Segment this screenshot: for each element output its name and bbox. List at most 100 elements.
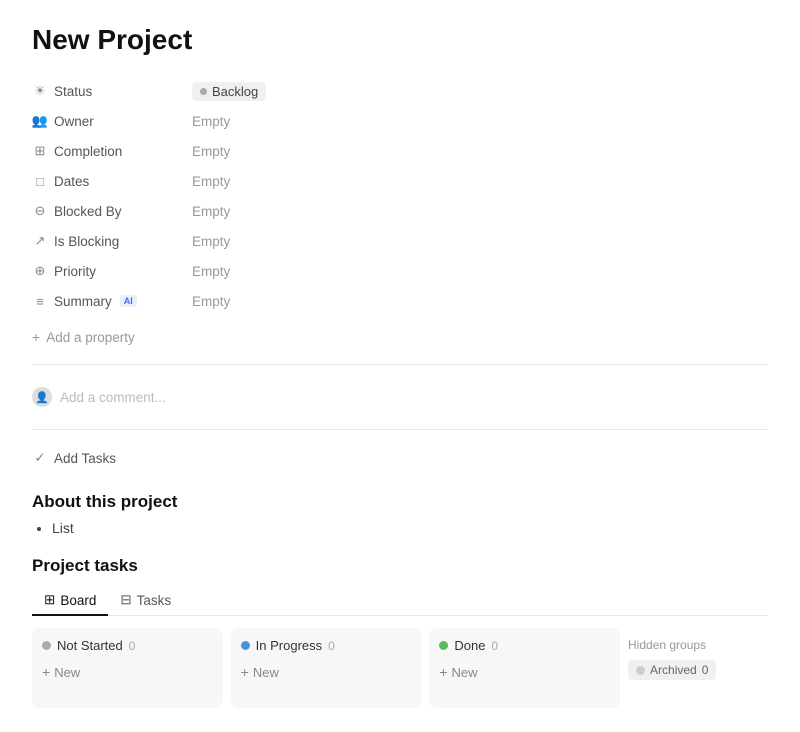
done-dot <box>439 641 448 650</box>
new-not-started-label: New <box>54 665 80 680</box>
priority-icon: ⊕ <box>32 263 48 279</box>
board-col-in-progress: In Progress 0 + New <box>231 628 422 708</box>
dates-label-text: Dates <box>54 174 89 189</box>
owner-icon: 👥 <box>32 113 48 129</box>
status-value[interactable]: Backlog <box>192 82 266 101</box>
add-property-label: Add a property <box>46 330 135 345</box>
property-row-owner[interactable]: 👥 Owner Empty <box>32 106 768 136</box>
property-label-priority: ⊕ Priority <box>32 263 192 279</box>
blocked-by-icon: ⊖ <box>32 203 48 219</box>
backlog-text: Backlog <box>212 84 258 99</box>
in-progress-count: 0 <box>328 639 335 653</box>
hidden-groups-col: Hidden groups Archived 0 <box>628 628 768 708</box>
property-row-priority[interactable]: ⊕ Priority Empty <box>32 256 768 286</box>
board-columns: Not Started 0 + New In Progress 0 + New … <box>32 628 768 708</box>
new-done-button[interactable]: + New <box>439 661 610 683</box>
archived-dot <box>636 666 645 675</box>
new-done-plus-icon: + <box>439 664 447 680</box>
property-row-summary[interactable]: ≡ Summary AI Empty <box>32 286 768 316</box>
completion-label-text: Completion <box>54 144 122 159</box>
property-row-is-blocking[interactable]: ↗ Is Blocking Empty <box>32 226 768 256</box>
divider-2 <box>32 429 768 430</box>
priority-label-text: Priority <box>54 264 96 279</box>
is-blocking-label-text: Is Blocking <box>54 234 119 249</box>
completion-icon: ⊞ <box>32 143 48 159</box>
about-section-title: About this project <box>32 492 768 512</box>
new-done-label: New <box>452 665 478 680</box>
property-row-status[interactable]: ☀ Status Backlog <box>32 76 768 106</box>
add-property-plus-icon: + <box>32 329 40 345</box>
blocked-by-label-text: Blocked By <box>54 204 122 219</box>
blocked-by-value: Empty <box>192 204 230 219</box>
divider-1 <box>32 364 768 365</box>
add-tasks-icon: ✓ <box>32 450 48 466</box>
properties-table: ☀ Status Backlog 👥 Owner Empty ⊞ Complet… <box>32 76 768 316</box>
add-tasks-row[interactable]: ✓ Add Tasks <box>32 444 768 472</box>
project-tasks-tabs: ⊞ Board ⊟ Tasks <box>32 586 768 616</box>
col-header-not-started: Not Started 0 <box>42 638 213 653</box>
not-started-count: 0 <box>129 639 136 653</box>
property-label-owner: 👥 Owner <box>32 113 192 129</box>
property-row-dates[interactable]: □ Dates Empty <box>32 166 768 196</box>
avatar: 👤 <box>32 387 52 407</box>
board-tab-icon: ⊞ <box>44 592 55 608</box>
backlog-dot <box>200 88 207 95</box>
new-in-progress-button[interactable]: + New <box>241 661 412 683</box>
not-started-label: Not Started <box>57 638 123 653</box>
owner-value: Empty <box>192 114 230 129</box>
add-tasks-label: Add Tasks <box>54 451 116 466</box>
new-in-progress-label: New <box>253 665 279 680</box>
about-list: List <box>52 520 768 536</box>
page-title: New Project <box>32 24 768 56</box>
property-row-blocked-by[interactable]: ⊖ Blocked By Empty <box>32 196 768 226</box>
in-progress-dot <box>241 641 250 650</box>
done-count: 0 <box>491 639 498 653</box>
property-row-completion[interactable]: ⊞ Completion Empty <box>32 136 768 166</box>
tasks-tab-label: Tasks <box>137 593 172 608</box>
new-not-started-button[interactable]: + New <box>42 661 213 683</box>
col-header-done: Done 0 <box>439 638 610 653</box>
archived-label: Archived <box>650 663 697 677</box>
property-label-completion: ⊞ Completion <box>32 143 192 159</box>
dates-icon: □ <box>32 173 48 189</box>
status-icon: ☀ <box>32 83 48 99</box>
is-blocking-icon: ↗ <box>32 233 48 249</box>
status-label-text: Status <box>54 84 92 99</box>
comment-placeholder[interactable]: Add a comment... <box>60 390 166 405</box>
comment-row[interactable]: 👤 Add a comment... <box>32 379 768 415</box>
tasks-tab-icon: ⊟ <box>120 592 131 608</box>
board-col-not-started: Not Started 0 + New <box>32 628 223 708</box>
archived-badge-container[interactable]: Archived 0 <box>628 660 768 680</box>
summary-value: Empty <box>192 294 230 309</box>
priority-value: Empty <box>192 264 230 279</box>
archived-badge[interactable]: Archived 0 <box>628 660 716 680</box>
not-started-dot <box>42 641 51 650</box>
tab-board[interactable]: ⊞ Board <box>32 586 108 616</box>
about-list-item: List <box>52 520 768 536</box>
summary-label-text: Summary <box>54 294 112 309</box>
property-label-dates: □ Dates <box>32 173 192 189</box>
in-progress-label: In Progress <box>256 638 322 653</box>
board-tab-label: Board <box>60 593 96 608</box>
ai-badge: AI <box>120 295 137 307</box>
add-property-row[interactable]: + Add a property <box>32 324 768 350</box>
col-header-in-progress: In Progress 0 <box>241 638 412 653</box>
hidden-groups-label: Hidden groups <box>628 638 768 652</box>
summary-icon: ≡ <box>32 293 48 309</box>
is-blocking-value: Empty <box>192 234 230 249</box>
new-in-progress-plus-icon: + <box>241 664 249 680</box>
backlog-badge[interactable]: Backlog <box>192 82 266 101</box>
property-label-is-blocking: ↗ Is Blocking <box>32 233 192 249</box>
property-label-summary: ≡ Summary AI <box>32 293 192 309</box>
new-not-started-plus-icon: + <box>42 664 50 680</box>
dates-value: Empty <box>192 174 230 189</box>
property-label-status: ☀ Status <box>32 83 192 99</box>
board-col-done: Done 0 + New <box>429 628 620 708</box>
project-tasks-title: Project tasks <box>32 556 768 576</box>
completion-value: Empty <box>192 144 230 159</box>
archived-count: 0 <box>702 663 709 677</box>
tab-tasks[interactable]: ⊟ Tasks <box>108 586 183 616</box>
owner-label-text: Owner <box>54 114 94 129</box>
done-label: Done <box>454 638 485 653</box>
property-label-blocked-by: ⊖ Blocked By <box>32 203 192 219</box>
